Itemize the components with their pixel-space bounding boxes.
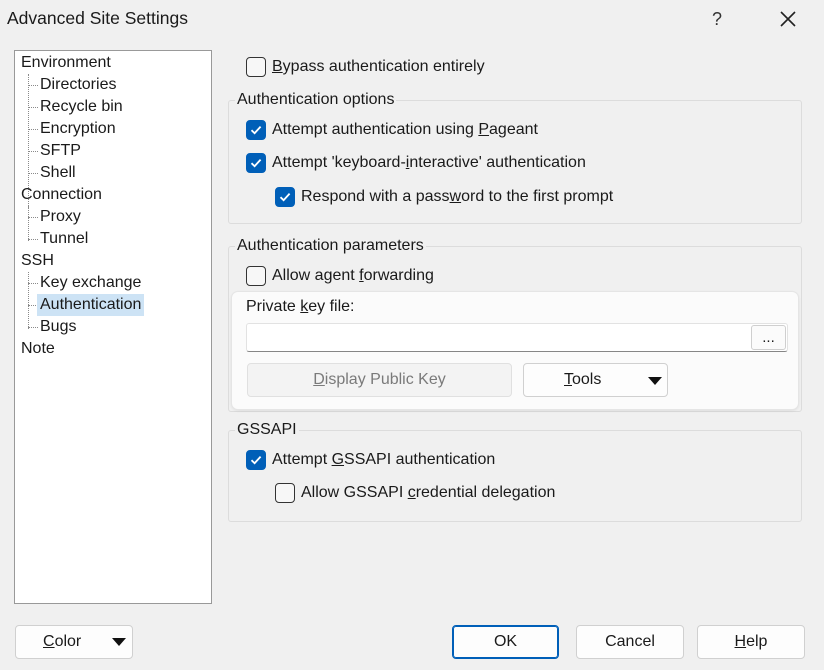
checkbox-label: Bypass authentication entirely — [272, 58, 485, 75]
checkbox-box[interactable] — [275, 187, 295, 207]
tree-item-environment[interactable]: Environment — [18, 52, 114, 74]
button-label: Help — [734, 633, 768, 650]
cancel-button[interactable]: Cancel — [576, 625, 684, 659]
tools-dropdown-button[interactable]: Tools — [523, 363, 668, 397]
checkbox-box[interactable] — [246, 57, 266, 77]
tree-item-note[interactable]: Note — [18, 338, 58, 360]
help-title-button[interactable]: ? — [693, 0, 741, 38]
tree-item-ssh[interactable]: SSH — [18, 250, 57, 272]
help-icon: ? — [711, 8, 722, 29]
respond-password-checkbox[interactable]: Respond with a password to the first pro… — [275, 187, 613, 207]
title-bar: Advanced Site Settings ? — [0, 0, 824, 40]
checkbox-box[interactable] — [275, 483, 295, 503]
checkbox-label: Allow GSSAPI credential delegation — [301, 484, 556, 501]
tree-item-connection[interactable]: Connection — [18, 184, 105, 206]
tree-item-shell[interactable]: Shell — [37, 162, 79, 184]
tree-item-directories[interactable]: Directories — [37, 74, 119, 96]
tree-item-sftp[interactable]: SFTP — [37, 140, 84, 162]
close-button[interactable] — [764, 0, 812, 38]
checkbox-box[interactable] — [246, 266, 266, 286]
checkbox-label: Attempt GSSAPI authentication — [272, 451, 496, 468]
bypass-authentication-checkbox[interactable]: Bypass authentication entirely — [246, 57, 485, 77]
tree-item-authentication[interactable]: Authentication — [37, 294, 145, 316]
pageant-checkbox[interactable]: Attempt authentication using Pageant — [246, 120, 538, 140]
ok-button[interactable]: OK — [452, 625, 559, 659]
checkmark-icon — [250, 125, 262, 135]
color-dropdown-button[interactable]: Color — [15, 625, 133, 659]
tree-item-tunnel[interactable]: Tunnel — [37, 228, 91, 250]
tree-item-recycle-bin[interactable]: Recycle bin — [37, 96, 126, 118]
close-icon — [780, 11, 796, 27]
checkbox-label: Attempt 'keyboard-interactive' authentic… — [272, 154, 586, 171]
checkbox-box[interactable] — [246, 120, 266, 140]
gssapi-group — [228, 430, 802, 522]
display-public-key-button[interactable]: Display Public Key — [247, 363, 512, 397]
checkbox-label: Attempt authentication using Pageant — [272, 121, 538, 138]
checkmark-icon — [279, 192, 291, 202]
tree-item-encryption[interactable]: Encryption — [37, 118, 119, 140]
private-key-label: Private key file: — [246, 298, 355, 315]
checkbox-box[interactable] — [246, 450, 266, 470]
private-key-input[interactable] — [246, 323, 788, 352]
button-label: Color — [43, 633, 82, 650]
gssapi-attempt-checkbox[interactable]: Attempt GSSAPI authentication — [246, 450, 495, 470]
settings-tree[interactable]: Environment Directories Recycle bin Encr… — [14, 50, 212, 604]
browse-key-button[interactable]: ... — [751, 325, 786, 350]
keyboard-interactive-checkbox[interactable]: Attempt 'keyboard-interactive' authentic… — [246, 153, 586, 173]
button-label: Tools — [564, 371, 602, 388]
dropdown-arrow-icon — [112, 638, 126, 646]
checkbox-box[interactable] — [246, 153, 266, 173]
gssapi-delegation-checkbox[interactable]: Allow GSSAPI credential delegation — [275, 483, 555, 503]
help-button[interactable]: Help — [697, 625, 805, 659]
checkmark-icon — [250, 158, 262, 168]
agent-forwarding-checkbox[interactable]: Allow agent forwarding — [246, 266, 434, 286]
checkmark-icon — [250, 455, 262, 465]
tree-item-proxy[interactable]: Proxy — [37, 206, 84, 228]
authentication-parameters-title: Authentication parameters — [235, 237, 426, 255]
tree-item-key-exchange[interactable]: Key exchange — [37, 272, 144, 294]
gssapi-title: GSSAPI — [235, 421, 299, 439]
dropdown-arrow-icon — [648, 377, 662, 385]
checkbox-label: Allow agent forwarding — [272, 267, 434, 284]
authentication-options-title: Authentication options — [235, 91, 397, 109]
window-title: Advanced Site Settings — [7, 8, 188, 28]
button-label: Display Public Key — [313, 371, 446, 388]
checkbox-label: Respond with a password to the first pro… — [301, 188, 614, 205]
tree-item-bugs[interactable]: Bugs — [37, 316, 79, 338]
